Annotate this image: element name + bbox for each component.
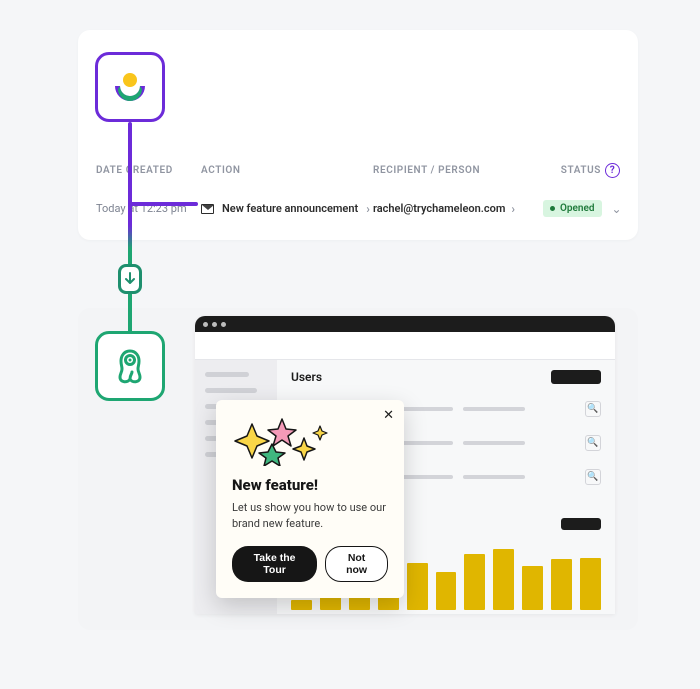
bar — [291, 600, 312, 611]
chevron-right-icon: › — [366, 202, 370, 216]
flow-pipe-vertical — [128, 122, 132, 352]
arrow-down-icon — [124, 272, 136, 286]
placeholder-line — [463, 475, 525, 479]
placeholder-line — [463, 441, 525, 445]
flow-pipe-horizontal — [128, 202, 198, 206]
bar — [436, 572, 457, 611]
th-status-label: STATUS — [561, 165, 601, 176]
chevron-right-icon: › — [511, 202, 515, 216]
page-title: Users — [291, 370, 322, 384]
mail-icon — [201, 204, 214, 214]
bar — [522, 566, 543, 610]
cell-action[interactable]: New feature announcement › — [201, 202, 373, 216]
bar — [407, 563, 428, 610]
table-header: DATE CREATED ACTION RECIPIENT / PERSON S… — [96, 163, 620, 178]
person-label: rachel@trychameleon.com — [373, 202, 505, 215]
search-icon[interactable]: 🔍 — [585, 435, 601, 451]
placeholder-line — [463, 407, 525, 411]
cell-person[interactable]: rachel@trychameleon.com › — [373, 202, 543, 216]
search-icon[interactable]: 🔍 — [585, 401, 601, 417]
not-now-button[interactable]: Not now — [325, 546, 388, 582]
take-tour-button[interactable]: Take the Tour — [232, 546, 317, 582]
chart-action-button[interactable] — [561, 518, 601, 530]
flow-direction-node — [118, 264, 142, 294]
traffic-light-icon — [212, 322, 217, 327]
traffic-light-icon — [221, 322, 226, 327]
source-app-tile — [95, 52, 165, 122]
help-icon[interactable]: ? — [605, 163, 620, 178]
cell-status[interactable]: Opened ⌄ — [543, 200, 622, 217]
chevron-down-icon[interactable]: ⌄ — [612, 202, 622, 216]
bar — [551, 559, 572, 610]
window-toolbar — [195, 332, 615, 360]
chameleon-logo-icon — [109, 345, 151, 387]
status-label: Opened — [560, 203, 595, 214]
tooltip-title: New feature! — [232, 476, 388, 494]
bar — [493, 549, 514, 610]
bar — [580, 558, 601, 611]
onboarding-tooltip: ✕ New feature! Let us show you how to us… — [216, 400, 404, 598]
search-icon[interactable]: 🔍 — [585, 469, 601, 485]
target-app-tile — [95, 331, 165, 401]
th-date-created: DATE CREATED — [96, 165, 201, 176]
th-recipient: RECIPIENT / PERSON — [373, 165, 543, 176]
tooltip-body: Let us show you how to use our brand new… — [232, 500, 388, 532]
traffic-light-icon — [203, 322, 208, 327]
status-badge: Opened — [543, 200, 602, 217]
sidebar-item[interactable] — [205, 372, 249, 377]
customerio-logo-icon — [109, 66, 151, 108]
th-action: ACTION — [201, 165, 373, 176]
bar — [464, 554, 485, 610]
th-status: STATUS ? — [543, 163, 620, 178]
status-dot-icon — [550, 206, 555, 211]
close-icon[interactable]: ✕ — [383, 408, 394, 423]
window-titlebar — [195, 316, 615, 332]
sidebar-item[interactable] — [205, 388, 257, 393]
tooltip-actions: Take the Tour Not now — [232, 546, 388, 582]
primary-action-button[interactable] — [551, 370, 601, 384]
action-label: New feature announcement — [222, 202, 358, 215]
sparkles-illustration — [232, 416, 388, 466]
